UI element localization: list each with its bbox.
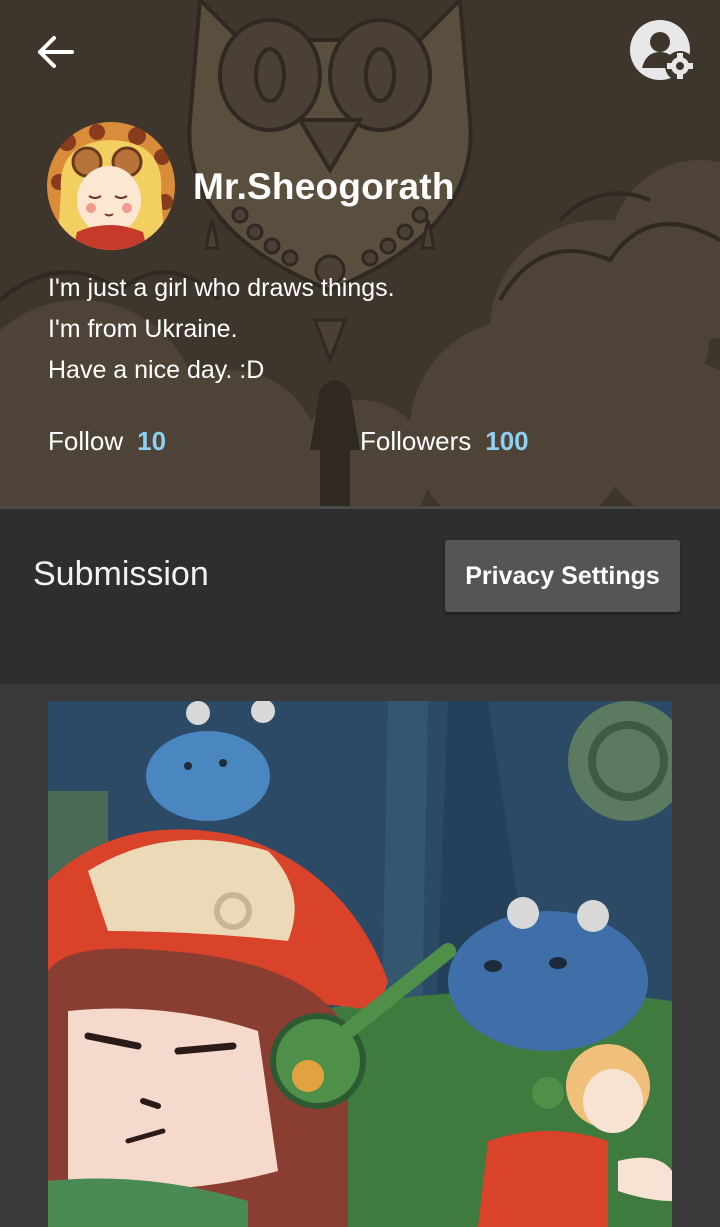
bio-line: Have a nice day. :D (48, 356, 265, 384)
profile-bio: I'm just a girl who draws things. I'm fr… (48, 268, 395, 391)
bio-line: I'm from Ukraine. (48, 315, 238, 343)
follow-count: 10 (137, 426, 167, 456)
profile-header: Mr.Sheogorath I'm just a girl who draws … (0, 0, 720, 506)
avatar-image (47, 122, 175, 250)
followers-stat[interactable]: Followers 100 (360, 426, 529, 457)
privacy-settings-button[interactable]: Privacy Settings (445, 540, 680, 612)
submission-artwork[interactable] (48, 701, 672, 1227)
followers-count: 100 (485, 426, 529, 456)
submission-section-header: Submission Privacy Settings (0, 506, 720, 684)
account-settings-button[interactable] (628, 18, 698, 84)
submission-title: Submission (33, 555, 209, 593)
artwork-image (48, 701, 672, 1227)
follow-stat[interactable]: Follow 10 (48, 426, 166, 457)
back-button[interactable] (30, 28, 82, 76)
username: Mr.Sheogorath (193, 166, 455, 207)
avatar[interactable] (47, 122, 175, 250)
followers-label: Followers (360, 426, 472, 456)
follow-label: Follow (48, 426, 124, 456)
account-settings-icon (630, 20, 695, 81)
bio-line: I'm just a girl who draws things. (48, 274, 395, 302)
back-arrow-icon (38, 36, 74, 68)
